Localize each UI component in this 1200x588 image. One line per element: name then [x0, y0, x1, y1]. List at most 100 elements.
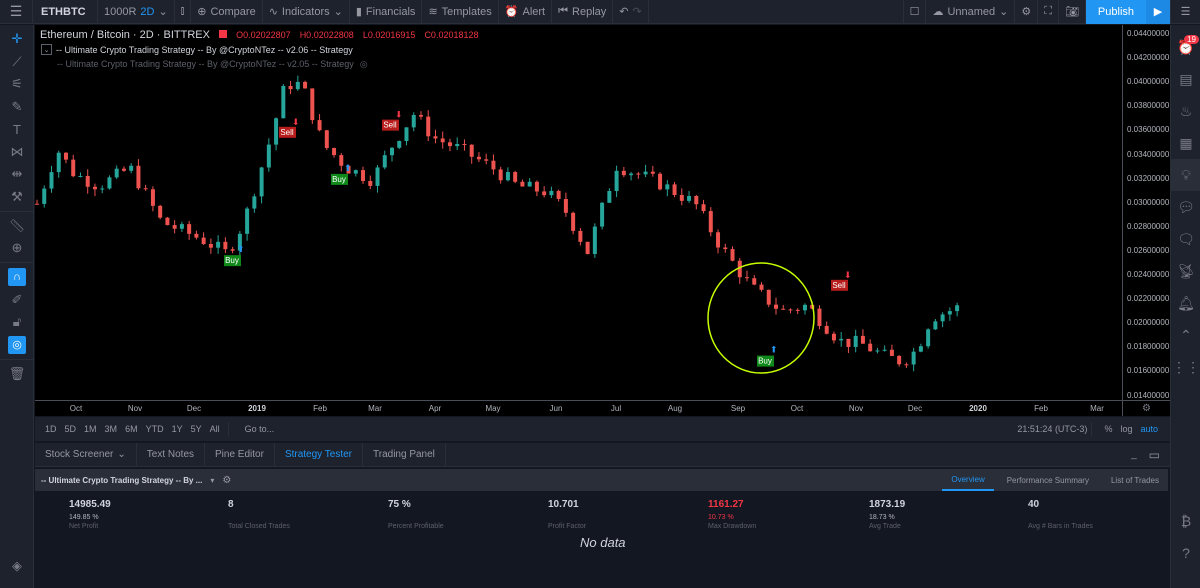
- auto-toggle[interactable]: auto: [1136, 424, 1162, 434]
- range-button-5y[interactable]: 5Y: [187, 424, 206, 434]
- range-button-1d[interactable]: 1D: [41, 424, 61, 434]
- chart-pane[interactable]: Buy ⬆ Sell ⬇ Buy ⬆ Sell ⬇ Buy ⬆ Sell ⬇ Ethereum / B…: [35, 25, 1122, 400]
- goto-button[interactable]: Go to...: [241, 424, 279, 434]
- price-axis[interactable]: 0.04400000 0.04200000 0.04000000 0.03800000…: [1122, 25, 1170, 400]
- signal-label-text: Sell: [280, 128, 294, 137]
- fullscreen-icon[interactable]: ⛶: [1038, 0, 1059, 24]
- alert-button[interactable]: ⏰ Alert: [499, 0, 553, 24]
- minimize-icon[interactable]: _: [1131, 449, 1137, 460]
- settings-gear-icon[interactable]: ⚙: [1015, 0, 1039, 24]
- range-button-1y[interactable]: 1Y: [168, 424, 187, 434]
- study-legend-1[interactable]: ⌄ -- Ultimate Crypto Trading Strategy --…: [41, 44, 353, 55]
- magnet-icon[interactable]: ∩: [0, 266, 34, 288]
- crosshair-icon[interactable]: ✛: [0, 28, 34, 50]
- trend-line-icon[interactable]: ⟋: [0, 51, 34, 73]
- candle-body: [571, 212, 576, 231]
- text-icon[interactable]: T: [0, 118, 34, 140]
- order-panel-icon[interactable]: ⌃: [1171, 319, 1200, 351]
- calendar-icon[interactable]: ▦: [1171, 127, 1200, 159]
- fib-icon[interactable]: ⚟: [0, 73, 34, 95]
- layout-selector[interactable]: ☁ Unnamed ⌄: [926, 0, 1016, 24]
- tab-text-notes[interactable]: Text Notes: [137, 442, 206, 467]
- publish-button[interactable]: Publish: [1085, 0, 1146, 24]
- replay-button[interactable]: ⏮ Replay: [552, 0, 614, 24]
- range-button-ytd[interactable]: YTD: [142, 424, 168, 434]
- candles-icon[interactable]: ⫾: [175, 0, 192, 24]
- ohlc-open: O0.02022807: [236, 30, 291, 40]
- candle-body: [484, 159, 489, 161]
- price-label: 0.04000000: [1127, 77, 1170, 87]
- chats-icon[interactable]: 💬︎: [1171, 191, 1200, 223]
- compare-button[interactable]: ⊕ Compare: [191, 0, 263, 24]
- alerts-clock-icon[interactable]: ⏰ 19: [1171, 31, 1200, 63]
- notifications-bell-icon[interactable]: 🔔︎: [1171, 287, 1200, 319]
- axis-settings-gear-icon[interactable]: ⚙: [1122, 400, 1170, 416]
- symbol-search[interactable]: ETHBTC: [33, 0, 98, 24]
- watchlist-icon[interactable]: ☰: [1170, 0, 1200, 24]
- tab-stock-screener[interactable]: Stock Screener ⌄: [35, 442, 137, 467]
- candle-body: [317, 120, 322, 131]
- brush-icon[interactable]: ✎: [0, 96, 34, 118]
- candle-body: [35, 203, 39, 205]
- range-button-6m[interactable]: 6M: [121, 424, 142, 434]
- redo-icon[interactable]: ↷: [633, 5, 642, 18]
- help-icon[interactable]: ?: [1171, 537, 1200, 569]
- flag-icon[interactable]: [219, 30, 227, 38]
- fullscreen-square-icon[interactable]: ☐: [902, 0, 927, 24]
- tab-list-of-trades[interactable]: List of Trades: [1102, 469, 1168, 491]
- tab-pine-editor[interactable]: Pine Editor: [205, 442, 275, 467]
- range-button-1m[interactable]: 1M: [80, 424, 101, 434]
- stat-label: Avg Trade: [869, 523, 901, 530]
- eye-off-glyph: ◎: [8, 335, 26, 354]
- hide-drawings-icon[interactable]: ◎: [0, 334, 34, 356]
- candle-body: [614, 170, 619, 191]
- candle-body: [723, 247, 728, 250]
- streams-icon[interactable]: 📡︎: [1171, 255, 1200, 287]
- hamburger-icon[interactable]: ☰: [0, 0, 33, 24]
- watchlist-add-icon[interactable]: ▤: [1171, 63, 1200, 95]
- maximize-icon[interactable]: ▭: [1149, 448, 1160, 462]
- tab-performance-summary[interactable]: Performance Summary: [998, 469, 1098, 491]
- hotlists-flame-icon[interactable]: ♨: [1171, 95, 1200, 127]
- clock[interactable]: 21:51:24 (UTC-3): [1013, 424, 1091, 434]
- bitcoin-stack-icon[interactable]: ₿: [1171, 505, 1200, 537]
- play-circle-icon[interactable]: ▶: [1146, 0, 1170, 24]
- log-toggle[interactable]: log: [1116, 424, 1136, 434]
- layers-icon[interactable]: ◈: [0, 555, 34, 577]
- strategy-name[interactable]: -- Ultimate Crypto Trading Strategy -- B…: [35, 476, 202, 485]
- dom-icon[interactable]: ⋮⋮: [1171, 351, 1200, 383]
- zoom-in-icon[interactable]: ⊕: [0, 237, 34, 259]
- stat-label: Percent Profitable: [388, 523, 444, 530]
- lock-icon[interactable]: 🔓︎: [0, 311, 34, 333]
- candle-body: [332, 148, 337, 156]
- collapse-chevron-icon[interactable]: ⌄: [41, 44, 52, 55]
- undo-button[interactable]: ↶ ↷: [613, 0, 649, 24]
- tab-trading-panel[interactable]: Trading Panel: [363, 442, 446, 467]
- pattern-icon[interactable]: ⋈: [0, 141, 34, 163]
- private-chat-icon[interactable]: 🗨︎: [1171, 223, 1200, 255]
- time-axis[interactable]: Oct Nov Dec 2019 Feb Mar Apr May Jun Jul Aug Sep Oct…: [35, 400, 1122, 416]
- hammer-icon[interactable]: ⚒: [0, 186, 34, 208]
- indicators-button[interactable]: ∿ Indicators ⌄: [263, 0, 350, 24]
- tab-overview[interactable]: Overview: [942, 469, 994, 491]
- ruler-icon[interactable]: 📏︎: [0, 215, 34, 237]
- financials-button[interactable]: ▮ Financials: [350, 0, 423, 24]
- percent-toggle[interactable]: %: [1100, 424, 1116, 434]
- interval-selector[interactable]: 1000R 2D ⌄: [98, 0, 175, 24]
- prediction-icon[interactable]: ⇹: [0, 163, 34, 185]
- ideas-lightbulb-icon[interactable]: 💡︎: [1171, 159, 1200, 191]
- candle-body: [629, 173, 634, 176]
- tab-strategy-tester[interactable]: Strategy Tester: [275, 442, 364, 467]
- range-button-5d[interactable]: 5D: [61, 424, 81, 434]
- dropdown-triangle-icon[interactable]: ▾: [210, 476, 214, 485]
- lock-drawing-icon[interactable]: ✐: [0, 289, 34, 311]
- study-legend-2[interactable]: -- Ultimate Crypto Trading Strategy -- B…: [57, 59, 368, 70]
- eye-hidden-icon[interactable]: ◎: [360, 59, 368, 70]
- trash-icon[interactable]: 🗑︎: [0, 363, 34, 385]
- price-label: 0.01600000: [1127, 366, 1170, 376]
- range-button-all[interactable]: All: [206, 424, 224, 434]
- range-button-3m[interactable]: 3M: [101, 424, 122, 434]
- camera-icon[interactable]: 📷︎: [1059, 0, 1086, 24]
- templates-button[interactable]: ≋ Templates: [422, 0, 499, 24]
- strategy-settings-gear-icon[interactable]: ⚙: [222, 475, 231, 486]
